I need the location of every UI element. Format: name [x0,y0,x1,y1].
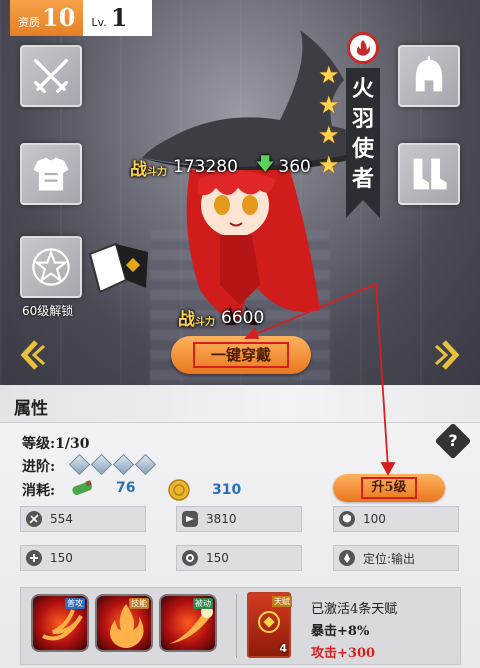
talent-count: 4 [279,642,287,655]
chest-armor-icon [33,157,69,191]
level-badge: Lv. 1 [83,0,152,36]
gold-coin-icon [168,479,190,501]
prev-character-arrow-icon[interactable] [20,338,46,372]
level-value: 1 [110,3,128,32]
shield-icon [339,511,355,527]
star-rating: ★ ★ ★ ★ [318,60,342,180]
stat-defense: 3810 [176,506,302,532]
help-button[interactable]: ? [434,422,472,460]
next-character-arrow-icon[interactable] [434,338,460,372]
skill-slot-basic[interactable]: 普攻 [31,594,89,652]
upgrade-5-levels-button[interactable]: 升5级 [333,474,445,502]
name-char: 羽 [351,106,374,132]
locked-slot[interactable] [20,236,82,298]
stat-value: 定位:输出 [363,551,416,566]
gold-cost: 310 [168,479,241,501]
star-icon: ★ [318,121,340,149]
potion-cost: 76 [70,479,135,497]
boots-icon [413,158,447,190]
level-row: 等级:1/30 [22,433,90,453]
stat-attack: 554 [20,506,146,532]
gold-cost-value: 310 [212,482,242,498]
potion-icon [72,480,92,495]
quality-badge: 资质 10 [10,0,84,36]
quality-label: 资质 [18,16,40,29]
fire-icon [347,32,379,64]
skill-bar: 普攻 技能 被动 天赋 4 已激活4条天赋 暴击+8% 攻击+300 [20,587,461,665]
skill-tag: 技能 [129,598,149,609]
question-icon: ? [448,431,458,450]
helmet-icon [415,56,443,92]
skill-slot-active[interactable]: 技能 [95,594,153,652]
diamond-icon [134,453,157,476]
role-icon [339,550,355,566]
talent-tag: 天赋 [272,596,292,607]
armor-slot[interactable] [20,143,82,205]
power-label: 战斗力 [178,310,215,330]
stat-value: 150 [50,551,73,565]
star-icon: ★ [318,91,340,119]
power-value: 173280 [173,157,238,177]
cost-label: 消耗: [22,483,56,499]
upgrade-5-label: 升5级 [361,477,417,499]
diamond-icon [112,453,135,476]
star-icon: ★ [318,61,340,89]
name-char: 者 [351,166,374,192]
level-box: 资质 10 Lv. 1 [10,0,152,36]
skill-tag: 被动 [193,598,213,609]
attack-icon [26,511,42,527]
advance-diamonds [68,453,157,476]
skill-divider [236,594,237,658]
stat-speed: 150 [176,545,302,571]
diamond-icon [68,453,91,476]
one-key-equip-button[interactable]: 一键穿戴 [171,336,311,374]
skill-tag: 普攻 [65,598,85,609]
attribute-header: 属性 [0,385,480,423]
level-label: 等级: [22,436,56,452]
combat-power-total: 战斗力 173280 🡇 360 [130,152,311,182]
defense-icon [182,511,198,527]
stat-value: 150 [206,551,229,565]
stat-shield: 100 [333,506,459,532]
attribute-panel: 属性 ? 等级:1/30 进阶: 消耗: 76 310 升5级 554 3810 [0,385,480,668]
health-icon [26,550,42,566]
boots-slot[interactable] [398,143,460,205]
star-icon [32,248,70,286]
character-name-banner: 火 羽 使 者 [344,32,382,218]
character-name: 火 羽 使 者 [346,68,380,218]
equip-power-value: 6600 [221,307,265,328]
name-char: 使 [351,136,374,162]
arrow-down-icon: 🡇 [255,154,275,175]
stat-value: 554 [50,512,73,526]
diamond-icon [90,453,113,476]
weapon-slot[interactable] [20,45,82,107]
spellbook-icon [88,242,148,294]
talent-crit: 暴击+8% [311,624,370,639]
talent-activated: 已激活4条天赋 [311,602,398,617]
stat-value: 3810 [206,512,237,526]
crossed-swords-icon [33,58,69,94]
stat-health: 150 [20,545,146,571]
advance-label: 进阶: [22,459,56,475]
level-prefix: Lv. [91,16,107,29]
power-delta: 360 [278,157,311,177]
star-icon: ★ [318,151,340,179]
one-key-equip-label: 一键穿戴 [193,342,289,368]
name-char: 火 [351,76,374,102]
helmet-slot[interactable] [398,45,460,107]
level-progress: 1/30 [55,436,90,452]
gear-icon [182,550,198,566]
attribute-title: 属性 [14,399,48,419]
stat-value: 100 [363,512,386,526]
stat-role: 定位:输出 [333,545,459,571]
potion-cost-value: 76 [116,480,136,496]
unlock-label: 60级解锁 [22,304,74,318]
character-scene: 资质 10 Lv. 1 60级解锁 火 羽 使 者 ★ ★ ★ ★ 战斗力 17… [0,0,480,385]
quality-value: 10 [42,3,76,32]
power-label: 战斗力 [130,159,167,180]
talent-attack: 攻击+300 [311,646,376,661]
equip-combat-power: 战斗力 6600 [178,305,265,331]
skill-slot-passive[interactable]: 被动 [159,594,217,652]
talent-book[interactable]: 天赋 4 [247,592,292,658]
